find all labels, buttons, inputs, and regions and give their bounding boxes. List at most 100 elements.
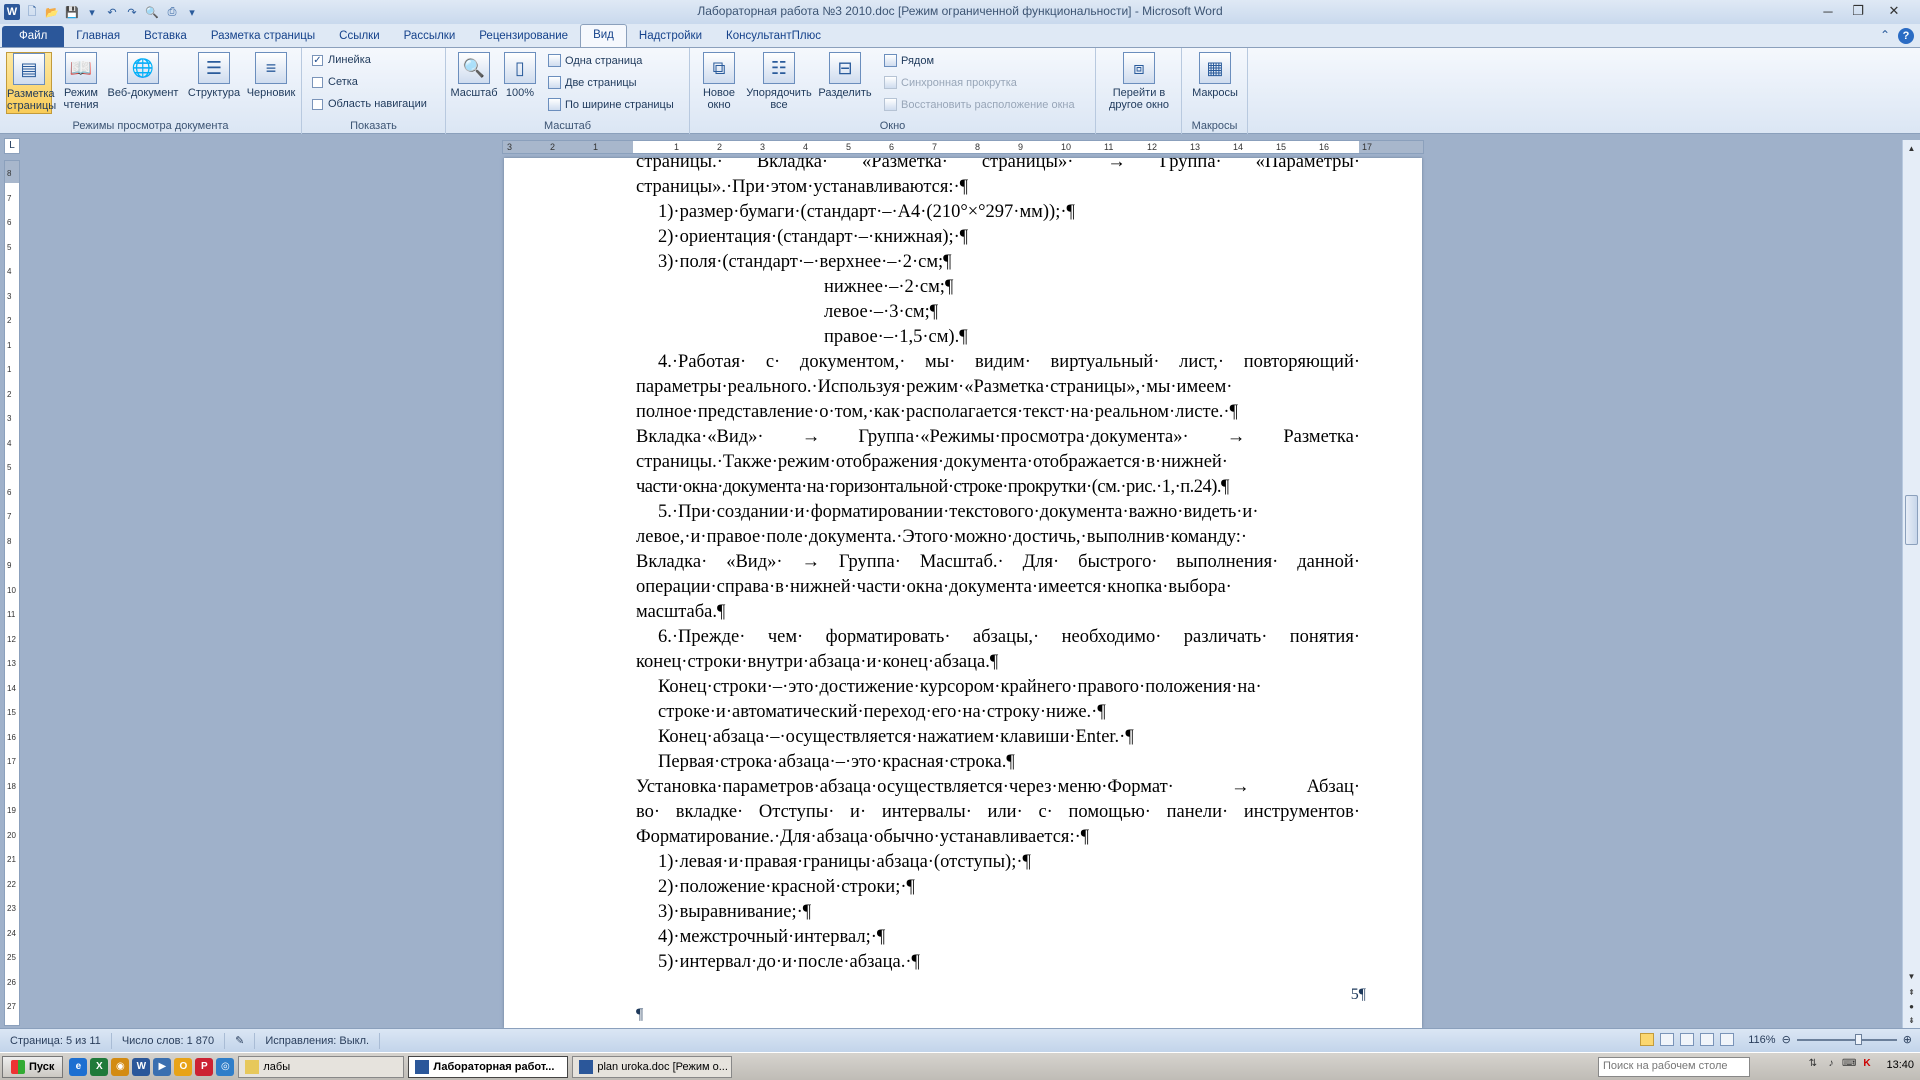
- tab-file[interactable]: Файл: [2, 26, 65, 47]
- print-icon[interactable]: ⎙: [164, 4, 180, 20]
- browse-object-icon[interactable]: ●: [1905, 1000, 1918, 1013]
- reading-mode-button[interactable]: 📖 Режим чтения: [58, 52, 104, 114]
- track-changes-status[interactable]: Исправления: Выкл.: [255, 1032, 381, 1049]
- open-folder-icon[interactable]: 📂: [44, 4, 60, 20]
- new-window-button[interactable]: ⧉ Новое окно: [696, 52, 742, 114]
- web-layout-button[interactable]: 🌐 Веб-документ: [106, 52, 180, 114]
- one-page-icon: [548, 54, 561, 67]
- redo-icon[interactable]: ↷: [124, 4, 140, 20]
- print-layout-view-icon[interactable]: [1640, 1033, 1655, 1046]
- undo-icon[interactable]: ↶: [104, 4, 120, 20]
- tab-home[interactable]: Главная: [64, 26, 132, 47]
- navigation-pane-checkbox[interactable]: Область навигации: [312, 98, 427, 110]
- reading-mode-icon: 📖: [65, 52, 97, 84]
- help-icon[interactable]: ?: [1898, 28, 1914, 44]
- save-as-icon[interactable]: ▾: [84, 4, 100, 20]
- ruler-tick: 18: [7, 781, 16, 791]
- web-view-icon[interactable]: [1680, 1033, 1695, 1046]
- arrange-all-button[interactable]: ☷ Упорядочить все: [744, 52, 814, 114]
- zoom-level[interactable]: 116%: [1748, 1034, 1775, 1046]
- network-icon[interactable]: ⇅: [1806, 1058, 1820, 1074]
- browser-icon[interactable]: ◎: [216, 1057, 235, 1076]
- word-icon[interactable]: W: [132, 1057, 151, 1076]
- print-layout-button[interactable]: ▤ Разметка страницы: [6, 52, 56, 114]
- taskbar-word-doc-1[interactable]: Лабораторная работ...: [408, 1055, 569, 1078]
- outline-button[interactable]: ☰ Структура: [186, 52, 242, 114]
- close-icon[interactable]: ✕: [1874, 2, 1914, 20]
- sync-scroll-button[interactable]: Синхронная прокрутка: [884, 76, 1017, 89]
- split-button[interactable]: ⊟ Разделить: [816, 52, 874, 114]
- switch-windows-button[interactable]: ⧈ Перейти в другое окно: [1100, 52, 1178, 114]
- volume-icon[interactable]: ♪: [1824, 1058, 1838, 1074]
- minimize-icon[interactable]: ─: [1814, 2, 1842, 20]
- page-width-button[interactable]: По ширине страницы: [548, 98, 674, 111]
- scroll-up-icon[interactable]: ▲: [1905, 142, 1918, 155]
- zoom-in-icon[interactable]: ⊕: [1903, 1033, 1912, 1046]
- ruler-tick: 27: [7, 1002, 16, 1011]
- zoom-100-button[interactable]: ▯ 100%: [500, 52, 540, 114]
- document-body[interactable]: страницы.· Вкладка· «Разметка· страницы»…: [636, 158, 1360, 975]
- powerpoint-icon[interactable]: P: [195, 1057, 214, 1076]
- scroll-down-icon[interactable]: ▼: [1905, 970, 1918, 983]
- reset-window-position-button[interactable]: Восстановить расположение окна: [884, 98, 1075, 111]
- ruler-tick: 7: [932, 142, 938, 152]
- tab-view[interactable]: Вид: [580, 24, 627, 47]
- app-icon[interactable]: ◉: [111, 1057, 130, 1076]
- two-pages-button[interactable]: Две страницы: [548, 76, 637, 89]
- save-icon[interactable]: 💾: [64, 4, 80, 20]
- zoom-slider[interactable]: [1796, 1033, 1897, 1045]
- customize-qat-icon[interactable]: ▾: [184, 4, 200, 20]
- document-page[interactable]: страницы.· Вкладка· «Разметка· страницы»…: [504, 158, 1422, 1028]
- print-preview-icon[interactable]: 🔍: [144, 4, 160, 20]
- desktop-search-input[interactable]: Поиск на рабочем столе: [1598, 1057, 1750, 1077]
- word-count[interactable]: Число слов: 1 870: [112, 1032, 226, 1049]
- tab-page-layout[interactable]: Разметка страницы: [199, 26, 327, 47]
- split-icon: ⊟: [829, 52, 861, 84]
- taskbar-folder[interactable]: лабы: [238, 1055, 405, 1078]
- tab-stop-selector[interactable]: L: [4, 138, 20, 154]
- word-logo-icon[interactable]: W: [4, 4, 20, 20]
- tab-consultant[interactable]: КонсультантПлюс: [714, 26, 833, 47]
- next-page-icon[interactable]: ⇟: [1905, 1014, 1918, 1027]
- zoom-button[interactable]: 🔍 Масштаб: [450, 52, 498, 114]
- antivirus-icon[interactable]: K: [1860, 1058, 1874, 1074]
- minimize-ribbon-icon[interactable]: ⌃: [1880, 28, 1890, 44]
- outlook-icon[interactable]: O: [174, 1057, 193, 1076]
- zoom-out-icon[interactable]: ⊖: [1782, 1033, 1791, 1046]
- horizontal-ruler[interactable]: 3 2 1 1 2 3 4 5 6 7 8 9 10 11 12 13 14 15 16 17: [502, 140, 1424, 154]
- draft-button[interactable]: ≡ Черновик: [244, 52, 298, 114]
- media-icon[interactable]: ▶: [153, 1057, 172, 1076]
- tab-addins[interactable]: Надстройки: [627, 26, 714, 47]
- maximize-icon[interactable]: ❐: [1844, 2, 1872, 20]
- ruler-tick: 3: [760, 142, 766, 152]
- language-icon[interactable]: ⌨: [1842, 1058, 1856, 1074]
- taskbar-word-doc-2[interactable]: plan uroka.doc [Режим о...: [572, 1055, 733, 1078]
- tab-review[interactable]: Рецензирование: [467, 26, 580, 47]
- grid-checkbox[interactable]: Сетка: [312, 76, 358, 88]
- macros-button[interactable]: ▦ Макросы: [1190, 52, 1240, 114]
- tab-mailings[interactable]: Рассылки: [392, 26, 468, 47]
- start-button[interactable]: Пуск: [2, 1055, 64, 1078]
- one-page-button[interactable]: Одна страница: [548, 54, 642, 67]
- ruler-tick: 4: [803, 142, 809, 152]
- excel-icon[interactable]: X: [90, 1057, 109, 1076]
- tab-insert[interactable]: Вставка: [132, 26, 199, 47]
- vertical-ruler[interactable]: 8 7 6 5 4 3 2 1 1 2 3 4 5 6 7 8 9 10 11 12 13 14 15 16 17 18 19 20 2…: [4, 160, 20, 1026]
- ruler-checkbox[interactable]: ✓ Линейка: [312, 54, 371, 66]
- ie-icon[interactable]: e: [69, 1057, 88, 1076]
- doc-line: нижнее·–·2·см;¶: [824, 277, 954, 297]
- draft-view-icon[interactable]: [1720, 1033, 1735, 1046]
- reading-view-icon[interactable]: [1660, 1033, 1675, 1046]
- page-count[interactable]: Страница: 5 из 11: [0, 1032, 112, 1049]
- doc-line: 3)·поля·(стандарт·–·верхнее·–·2·см;¶: [658, 252, 952, 272]
- zoom-slider-knob[interactable]: [1854, 1033, 1862, 1045]
- new-document-icon[interactable]: 🗋: [24, 4, 40, 20]
- spellcheck-icon[interactable]: ✎: [225, 1032, 256, 1049]
- outline-view-icon[interactable]: [1700, 1033, 1715, 1046]
- vertical-scrollbar[interactable]: ▲ ▼ ⇞ ● ⇟: [1902, 140, 1920, 1028]
- side-by-side-button[interactable]: Рядом: [884, 54, 934, 67]
- previous-page-icon[interactable]: ⇞: [1905, 986, 1918, 999]
- scroll-thumb[interactable]: [1905, 495, 1918, 545]
- tab-references[interactable]: Ссылки: [327, 26, 392, 47]
- group-zoom: 🔍 Масштаб ▯ 100% Одна страница Две стран…: [446, 48, 690, 134]
